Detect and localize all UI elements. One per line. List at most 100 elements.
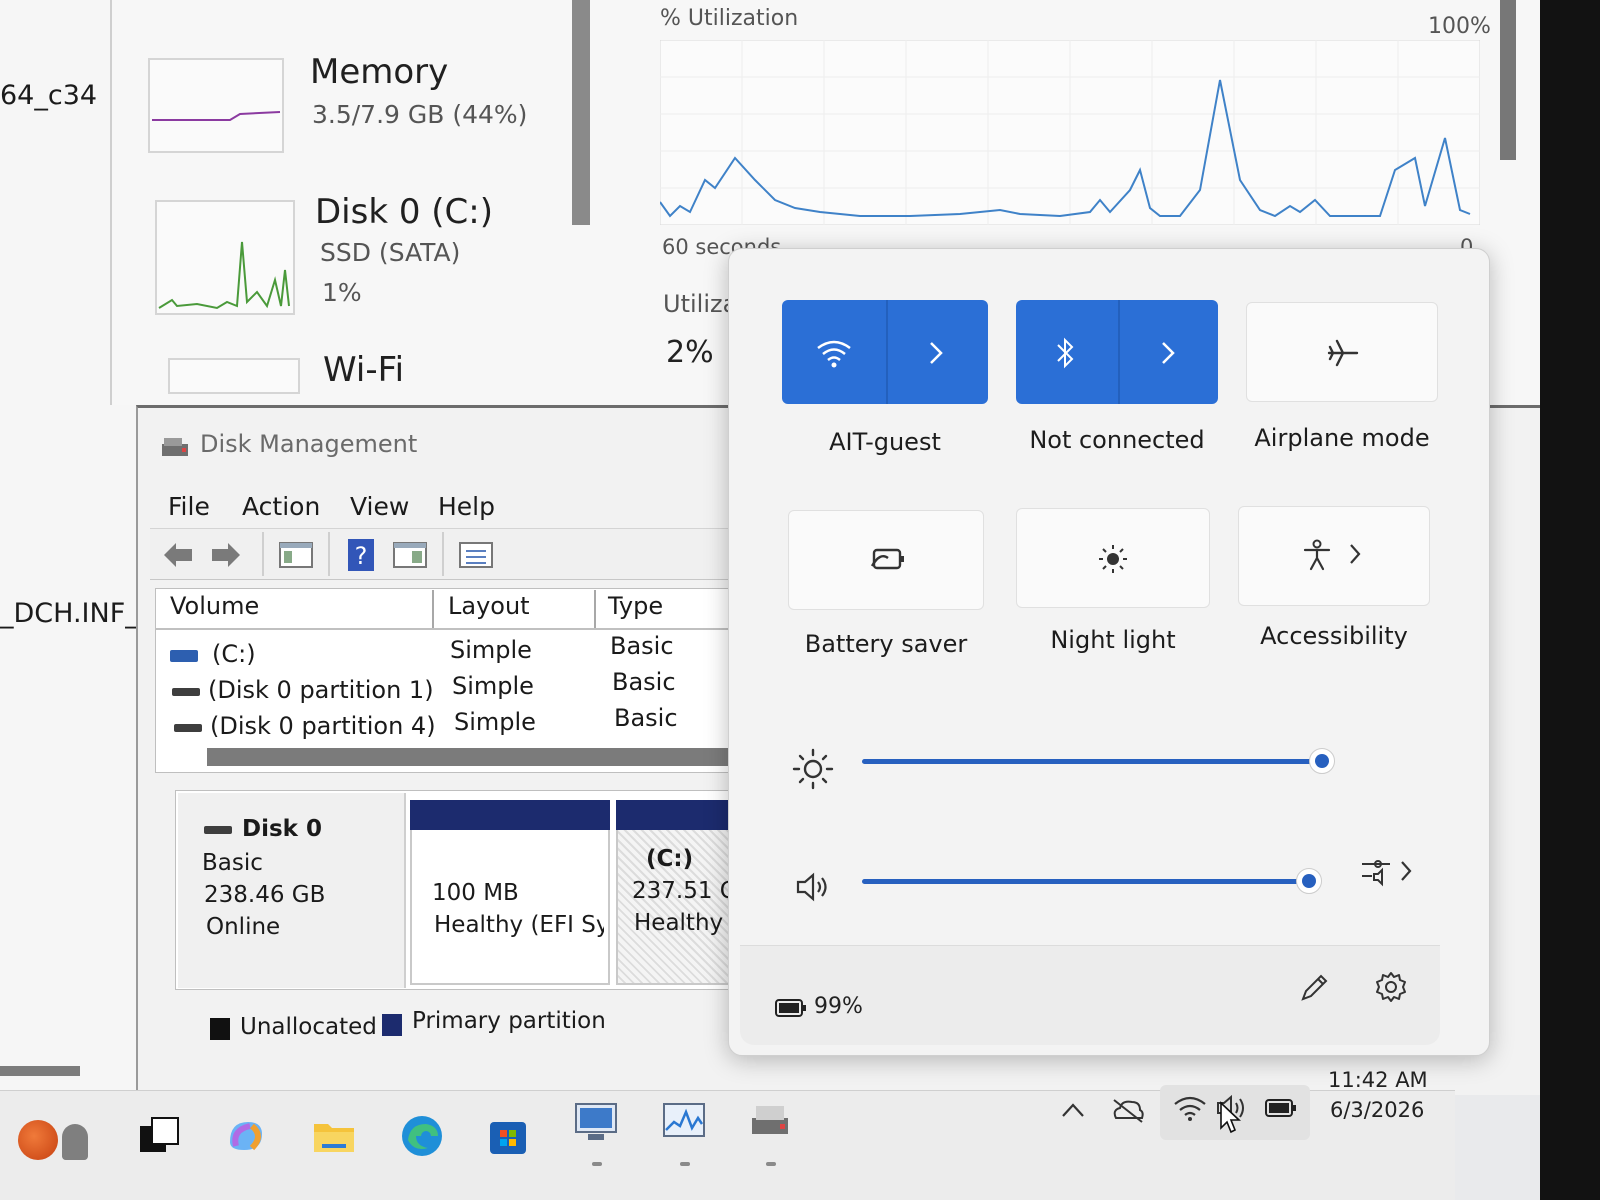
volume-layout: Simple xyxy=(450,636,532,664)
night-light-icon[interactable] xyxy=(1096,542,1130,576)
toolbar-separator xyxy=(262,532,264,576)
show-hide-console-tree-icon[interactable] xyxy=(278,537,314,573)
volume-type: Basic xyxy=(612,668,676,696)
battery-saver-icon[interactable] xyxy=(868,546,906,572)
disk-size: 238.46 GB xyxy=(204,882,326,908)
clock-time[interactable]: 11:42 AM xyxy=(1328,1068,1428,1092)
edge-icon[interactable] xyxy=(398,1112,446,1160)
chevron-up-icon[interactable] xyxy=(1060,1100,1086,1120)
memory-label[interactable]: Memory xyxy=(310,52,448,92)
speaker-icon[interactable] xyxy=(794,870,834,904)
partition-label: (C:) xyxy=(646,846,694,872)
search-app-icon[interactable] xyxy=(62,1124,88,1160)
bluetooth-icon[interactable] xyxy=(1054,336,1078,370)
partition-color-bar xyxy=(410,800,610,830)
clock-date[interactable]: 6/3/2026 xyxy=(1330,1098,1424,1122)
header-separator xyxy=(156,628,744,630)
running-indicator xyxy=(680,1162,690,1166)
partition-status: Healthy (I xyxy=(634,910,742,936)
copilot-icon[interactable] xyxy=(222,1112,270,1160)
settings-gear-icon[interactable] xyxy=(1374,970,1408,1004)
toolbar-separator xyxy=(442,532,444,576)
volume-slider-track[interactable] xyxy=(862,879,1309,884)
left-window-text-2: _DCH.INF_A xyxy=(0,598,158,629)
disk-percent: 1% xyxy=(322,278,362,307)
legend-primary-partition: Primary partition xyxy=(412,1008,606,1034)
battery-percentage[interactable]: 99% xyxy=(814,994,863,1019)
properties-icon[interactable] xyxy=(392,537,428,573)
app-orange-icon[interactable] xyxy=(18,1120,58,1160)
volume-type: Basic xyxy=(610,632,674,660)
disk-management-icon[interactable] xyxy=(746,1098,794,1146)
tile-divider xyxy=(1118,300,1120,404)
list-view-icon[interactable] xyxy=(458,537,494,573)
bluetooth-tile-label: Not connected xyxy=(1029,426,1205,454)
battery-icon[interactable] xyxy=(774,998,808,1018)
accessibility-icon[interactable] xyxy=(1302,538,1332,572)
utilization-label: Utiliza xyxy=(663,290,738,318)
column-header-type[interactable]: Type xyxy=(608,592,663,620)
desktop-screen: 64_c34 _DCH.INF_A Memory 3.5/7.9 GB (44%… xyxy=(0,0,1540,1200)
partition-color-bar xyxy=(616,800,746,830)
volume-name[interactable]: (Disk 0 partition 1) xyxy=(208,676,434,704)
utilization-graph xyxy=(660,40,1480,225)
battery-icon[interactable] xyxy=(1264,1098,1298,1118)
disk-management-app-icon xyxy=(162,438,188,456)
forward-arrow-icon[interactable] xyxy=(208,537,244,573)
wifi-label[interactable]: Wi-Fi xyxy=(323,350,404,390)
column-header-layout[interactable]: Layout xyxy=(448,592,530,620)
menu-file[interactable]: File xyxy=(168,492,210,521)
disk-kind: Basic xyxy=(202,850,263,876)
wifi-thumbnail[interactable] xyxy=(168,358,300,394)
wifi-tile-label: AIT-guest xyxy=(829,428,941,456)
task-view-icon[interactable] xyxy=(136,1112,184,1160)
volume-type: Basic xyxy=(614,704,678,732)
bluetooth-tile[interactable] xyxy=(1016,300,1218,404)
column-divider[interactable] xyxy=(432,590,434,628)
disk-status: Online xyxy=(206,914,281,940)
brightness-slider-track[interactable] xyxy=(862,759,1322,764)
file-explorer-icon[interactable] xyxy=(310,1112,358,1160)
menu-view[interactable]: View xyxy=(350,492,409,521)
legend-swatch-unallocated xyxy=(210,1018,230,1040)
left-window-scrollbar[interactable] xyxy=(0,1066,80,1076)
brightness-icon xyxy=(792,748,834,790)
onedrive-icon[interactable] xyxy=(1110,1096,1146,1124)
disk-label[interactable]: Disk 0 (C:) xyxy=(315,192,493,232)
svg-text:?: ? xyxy=(355,542,368,570)
audio-output-icon[interactable] xyxy=(1360,854,1416,890)
volume-name[interactable]: (Disk 0 partition 4) xyxy=(210,712,436,740)
column-header-volume[interactable]: Volume xyxy=(170,592,259,620)
memory-thumbnail[interactable] xyxy=(148,58,284,153)
wifi-icon[interactable] xyxy=(814,338,854,368)
help-icon[interactable]: ? xyxy=(344,537,380,573)
remote-desktop-icon[interactable] xyxy=(572,1098,620,1146)
wifi-icon[interactable] xyxy=(1172,1094,1208,1122)
menu-action[interactable]: Action xyxy=(242,492,320,521)
legend-swatch-primary xyxy=(382,1014,402,1036)
task-manager-splitter[interactable] xyxy=(572,0,590,225)
back-arrow-icon[interactable] xyxy=(160,537,196,573)
chevron-right-icon[interactable] xyxy=(926,340,946,366)
volume-list-hscrollbar[interactable] xyxy=(207,748,737,766)
edit-pencil-icon[interactable] xyxy=(1298,972,1330,1004)
night-light-label: Night light xyxy=(1050,626,1176,654)
accessibility-tile[interactable] xyxy=(1238,506,1430,606)
disk-management-title: Disk Management xyxy=(200,430,418,458)
task-manager-scrollbar[interactable] xyxy=(1500,0,1516,160)
left-window-text-1: 64_c34 xyxy=(0,80,98,111)
chevron-right-icon[interactable] xyxy=(1346,542,1364,566)
column-divider[interactable] xyxy=(594,590,596,628)
wifi-tile[interactable] xyxy=(782,300,988,404)
task-manager-icon[interactable] xyxy=(660,1098,708,1146)
chevron-right-icon[interactable] xyxy=(1158,340,1178,366)
memory-usage: 3.5/7.9 GB (44%) xyxy=(312,100,528,129)
store-icon[interactable] xyxy=(484,1112,532,1160)
volume-name[interactable]: (C:) xyxy=(212,640,256,668)
brightness-slider-thumb[interactable] xyxy=(1309,748,1335,774)
volume-slider-thumb[interactable] xyxy=(1295,868,1322,894)
drive-icon xyxy=(170,650,198,662)
disk-thumbnail[interactable] xyxy=(155,200,295,315)
menu-help[interactable]: Help xyxy=(438,492,495,521)
airplane-icon[interactable] xyxy=(1326,336,1360,370)
